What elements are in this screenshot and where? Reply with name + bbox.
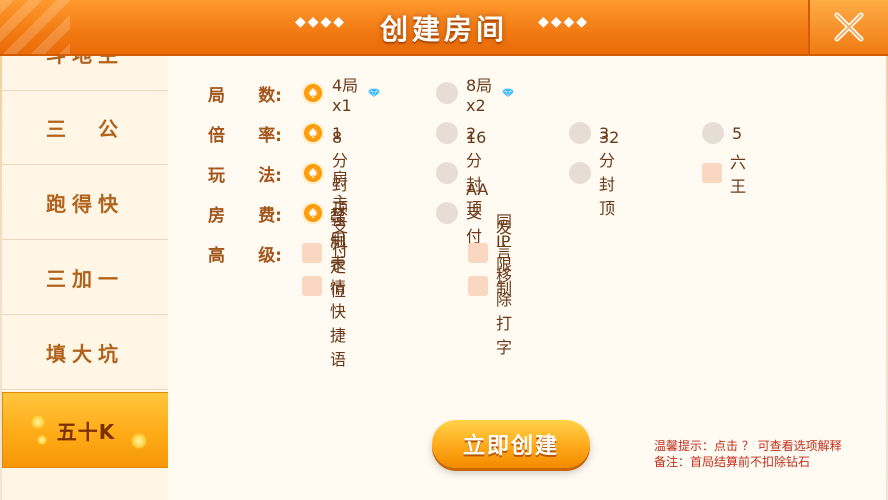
hint-text: 温馨提示：点击 ？ 可查看选项解释 — [654, 439, 842, 453]
sidebar-item-label: 三加一 — [46, 266, 124, 291]
note-text: 备注：首局结算前不扣除钻石 — [654, 455, 811, 469]
sparkle-icon — [31, 415, 45, 429]
sidebar-item-label: 跑得快 — [46, 191, 124, 216]
sidebar-item-sangong[interactable]: 三 公 — [2, 90, 168, 165]
advanced-check-emoji[interactable]: 禁用表情快捷语 — [302, 202, 346, 370]
page-title: 创建房间 — [379, 13, 508, 46]
sparkle-icon — [131, 433, 147, 449]
multiplier-label: 倍率: — [208, 125, 282, 146]
diamond-icon — [501, 88, 514, 99]
game-sidebar: 斗地主 三 公 跑得快 三加一 填大坑 五十K — [2, 56, 169, 500]
multiplier-option-5[interactable]: 5 — [702, 122, 742, 144]
close-icon — [834, 12, 864, 42]
close-button[interactable] — [808, 0, 888, 54]
checkbox-icon — [302, 276, 322, 296]
advanced-label: 高级: — [208, 245, 282, 266]
options-panel: 局数: 4局x1 8局x2 倍率: 1 2 3 5 玩 法: 8分封顶 16分封… — [168, 56, 886, 500]
radio-icon — [436, 202, 458, 224]
diamond-icon — [367, 88, 380, 99]
rounds-label: 局数: — [208, 85, 282, 106]
radio-selected-icon — [302, 82, 324, 104]
sidebar-item-wushik[interactable]: 五十K — [2, 392, 168, 468]
sidebar-item-paodekuai[interactable]: 跑得快 — [2, 165, 168, 240]
checkbox-icon — [468, 276, 488, 296]
play-label: 玩法: — [208, 165, 282, 186]
create-room-button[interactable]: 立即创建 — [432, 420, 590, 468]
title-right-decoration: ◆◆◆◆ — [538, 14, 590, 30]
fee-label: 房费: — [208, 205, 282, 226]
radio-icon — [436, 82, 458, 104]
sidebar-item-label: 五十K — [56, 419, 116, 444]
sidebar-item-label: 斗地主 — [46, 56, 124, 68]
play-check-liuwang[interactable]: 六王 — [702, 149, 746, 197]
advanced-check-typing[interactable]: 发言移除打字 — [468, 214, 512, 358]
sidebar-item-sanjiayi[interactable]: 三加一 — [2, 240, 168, 315]
sidebar-item-label: 填大坑 — [46, 341, 124, 366]
rounds-option-4[interactable]: 4局x1 — [302, 72, 380, 115]
radio-icon — [702, 122, 724, 144]
sidebar-item-tiandakeng[interactable]: 填大坑 — [2, 315, 168, 390]
title-bar: ◆◆◆◆ 创建房间 ◆◆◆◆ — [0, 0, 888, 56]
checkbox-icon — [702, 163, 722, 183]
rounds-option-8[interactable]: 8局x2 — [436, 72, 514, 115]
sidebar-item-label: 三 公 — [46, 116, 124, 141]
radio-icon — [569, 162, 591, 184]
sparkle-icon — [37, 435, 47, 445]
play-option-32[interactable]: 32分封顶 — [569, 128, 619, 219]
sidebar-item-doudizhu[interactable]: 斗地主 — [2, 56, 168, 91]
